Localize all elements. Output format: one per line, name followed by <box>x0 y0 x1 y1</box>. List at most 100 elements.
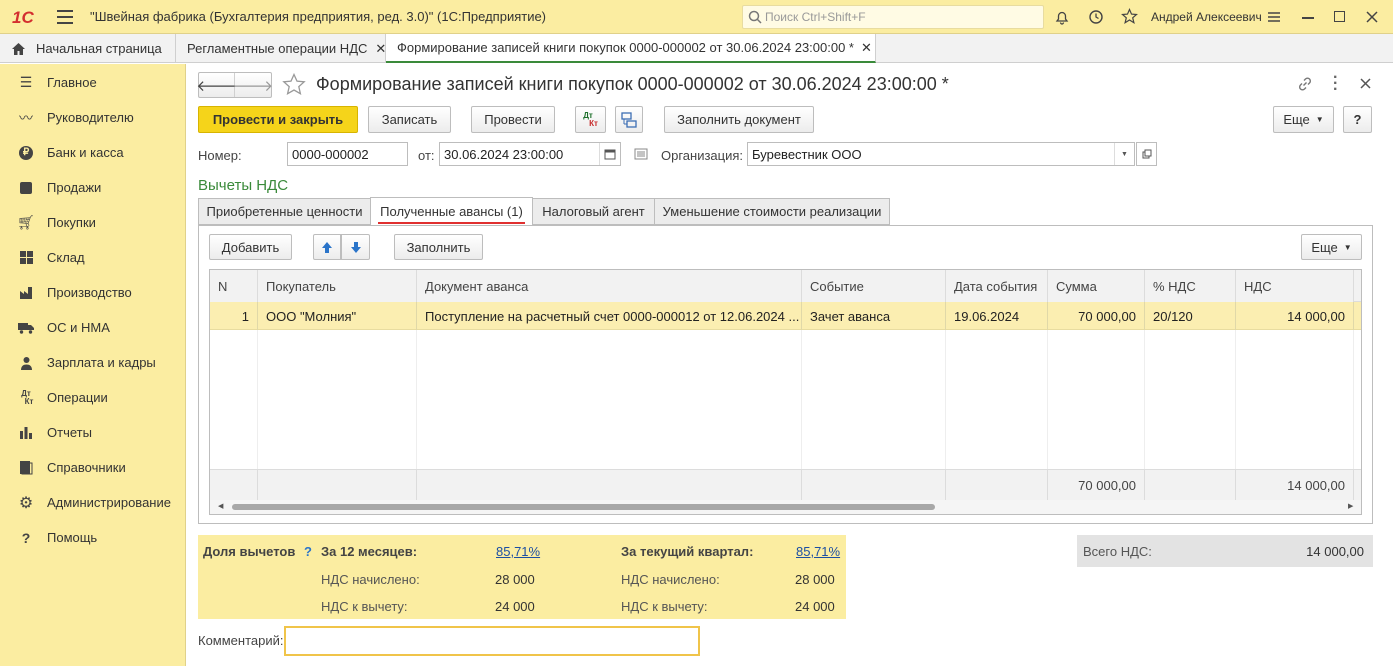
tab-purchase-book[interactable]: Формирование записей книги покупок 0000-… <box>386 34 876 63</box>
more-label: Еще <box>1283 112 1310 127</box>
comment-field[interactable] <box>284 626 700 656</box>
more-actions-icon[interactable]: · · · <box>1333 70 1338 98</box>
sidebar-item-operations[interactable]: Дт Кт Операции <box>0 380 186 415</box>
ruble-icon: ₽ <box>18 145 34 161</box>
star-icon[interactable] <box>1121 8 1138 25</box>
m12-deductible-value: 24 000 <box>495 599 535 614</box>
global-search[interactable]: Поиск Ctrl+Shift+F <box>742 5 1044 29</box>
dtkt-button[interactable]: Дт Кт <box>575 106 606 133</box>
m12-accrued-label: НДС начислено: <box>321 572 420 587</box>
app-title: "Швейная фабрика (Бухгалтерия предприяти… <box>90 9 547 24</box>
main-menu-icon[interactable] <box>57 10 73 24</box>
history-icon[interactable] <box>1088 9 1104 25</box>
table-more-button[interactable]: Еще ▼ <box>1301 234 1362 260</box>
add-button[interactable]: Добавить <box>209 234 292 260</box>
post-button[interactable]: Провести <box>471 106 555 133</box>
tab-tax-agent[interactable]: Налоговый агент <box>532 198 655 225</box>
close-form-icon[interactable] <box>1360 78 1371 89</box>
deductions-share-label: Доля вычетов ? <box>203 544 312 559</box>
truck-icon <box>18 320 34 336</box>
1c-logo: 1С <box>12 8 34 27</box>
col-event-date[interactable]: Дата события <box>946 270 1048 302</box>
help-button[interactable]: ? <box>1343 106 1372 133</box>
tab-label: Регламентные операции НДС <box>187 41 368 56</box>
tab-home[interactable]: Начальная страница <box>0 34 176 63</box>
col-vat-rate[interactable]: % НДС <box>1145 270 1236 302</box>
sidebar-item-assets[interactable]: ОС и НМА <box>0 310 186 345</box>
date-field[interactable]: 30.06.2024 23:00:00 <box>439 142 621 166</box>
scrollbar-thumb[interactable] <box>232 504 935 510</box>
maximize-icon[interactable] <box>1334 11 1345 22</box>
horizontal-scrollbar[interactable]: ◀ ▶ <box>210 500 1361 514</box>
home-icon <box>12 42 25 55</box>
sidebar-item-payroll[interactable]: Зарплата и кадры <box>0 345 186 380</box>
scroll-left-icon[interactable]: ◀ <box>218 502 223 510</box>
fill-button[interactable]: Заполнить <box>394 234 483 260</box>
settings-menu-icon[interactable] <box>1266 9 1282 25</box>
back-arrow-icon[interactable]: 🡐 <box>196 73 237 97</box>
minimize-icon[interactable] <box>1302 17 1314 19</box>
sidebar-item-main[interactable]: ☰ Главное <box>0 65 186 100</box>
tab-acquired-values[interactable]: Приобретенные ценности <box>198 198 371 225</box>
tab-received-advances[interactable]: Полученные авансы (1) <box>370 197 533 226</box>
search-input[interactable]: Поиск Ctrl+Shift+F <box>765 10 866 24</box>
col-n[interactable]: N <box>210 270 258 302</box>
close-tab-icon[interactable]: ✕ <box>375 41 386 57</box>
menu-icon: ☰ <box>19 74 33 90</box>
col-vat[interactable]: НДС <box>1236 270 1354 302</box>
sidebar-item-production[interactable]: Производство <box>0 275 186 310</box>
col-sum[interactable]: Сумма <box>1048 270 1145 302</box>
tab-panel: Добавить Заполнить Еще ▼ N Покупатель До… <box>198 225 1373 524</box>
quarter-percent-link[interactable]: 85,71% <box>796 544 840 559</box>
user-name[interactable]: Андрей Алексеевич <box>1151 10 1262 24</box>
sidebar-item-manager[interactable]: 〰 Руководителю <box>0 100 186 135</box>
organization-value: Буревестник ООО <box>752 147 862 162</box>
cell-sum: 70 000,00 <box>1048 302 1145 330</box>
scroll-right-icon[interactable]: ▶ <box>1348 502 1353 510</box>
favorite-star-icon[interactable] <box>282 73 306 96</box>
tab-vat-operations[interactable]: Регламентные операции НДС ✕ <box>176 34 386 63</box>
tab-label: Начальная страница <box>36 41 162 56</box>
sidebar-item-sales[interactable]: Продажи <box>0 170 186 205</box>
close-window-icon[interactable] <box>1366 11 1378 23</box>
organization-field[interactable]: Буревестник ООО <box>747 142 1135 166</box>
move-up-button[interactable] <box>313 234 341 260</box>
help-icon[interactable]: ? <box>304 544 312 559</box>
col-event[interactable]: Событие <box>802 270 946 302</box>
link-icon[interactable] <box>1297 76 1313 92</box>
quarter-deductible-value: 24 000 <box>795 599 835 614</box>
fill-document-button[interactable]: Заполнить документ <box>664 106 814 133</box>
tab-cost-reduction[interactable]: Уменьшение стоимости реализации <box>654 198 890 225</box>
number-field[interactable]: 0000-000002 <box>287 142 408 166</box>
col-advance-doc[interactable]: Документ аванса <box>417 270 802 302</box>
sections-panel: ☰ Главное 〰 Руководителю ₽ Банк и касса Про… <box>0 64 186 666</box>
sidebar-item-purchases[interactable]: 🛒︎ Покупки <box>0 205 186 240</box>
organization-dropdown-icon[interactable]: ▼ <box>1114 143 1134 165</box>
structure-button[interactable] <box>615 106 643 133</box>
document-icon[interactable] <box>634 148 648 160</box>
sidebar-item-reports[interactable]: Отчеты <box>0 415 186 450</box>
post-and-close-button[interactable]: Провести и закрыть <box>198 106 358 133</box>
save-button[interactable]: Записать <box>368 106 451 133</box>
arrow-down-icon <box>350 241 361 253</box>
bell-icon[interactable] <box>1054 9 1070 25</box>
sidebar-item-bank[interactable]: ₽ Банк и касса <box>0 135 186 170</box>
advances-table: N Покупатель Документ аванса Событие Дат… <box>209 269 1362 515</box>
forward-arrow-icon[interactable]: 🡒 <box>233 73 273 97</box>
move-down-button[interactable] <box>341 234 370 260</box>
tab-label: Полученные авансы (1) <box>378 204 525 224</box>
m12-percent-link[interactable]: 85,71% <box>496 544 540 559</box>
calendar-icon[interactable] <box>599 143 620 165</box>
sidebar-item-admin[interactable]: ⚙ Администрирование <box>0 485 186 520</box>
sidebar-item-warehouse[interactable]: Склад <box>0 240 186 275</box>
col-buyer[interactable]: Покупатель <box>258 270 417 302</box>
close-tab-icon[interactable]: ✕ <box>861 40 872 56</box>
sidebar-item-help[interactable]: ? Помощь <box>0 520 186 555</box>
table-row[interactable]: 1 ООО "Молния" Поступление на расчетный … <box>210 302 1361 330</box>
open-organization-icon[interactable] <box>1136 142 1157 166</box>
deductions-panel: Доля вычетов ? За 12 месяцев: 85,71% НДС… <box>198 535 846 619</box>
more-button[interactable]: Еще ▼ <box>1273 106 1334 133</box>
sidebar-item-catalogs[interactable]: Справочники <box>0 450 186 485</box>
cell-n: 1 <box>210 302 258 330</box>
quarter-accrued-label: НДС начислено: <box>621 572 720 587</box>
